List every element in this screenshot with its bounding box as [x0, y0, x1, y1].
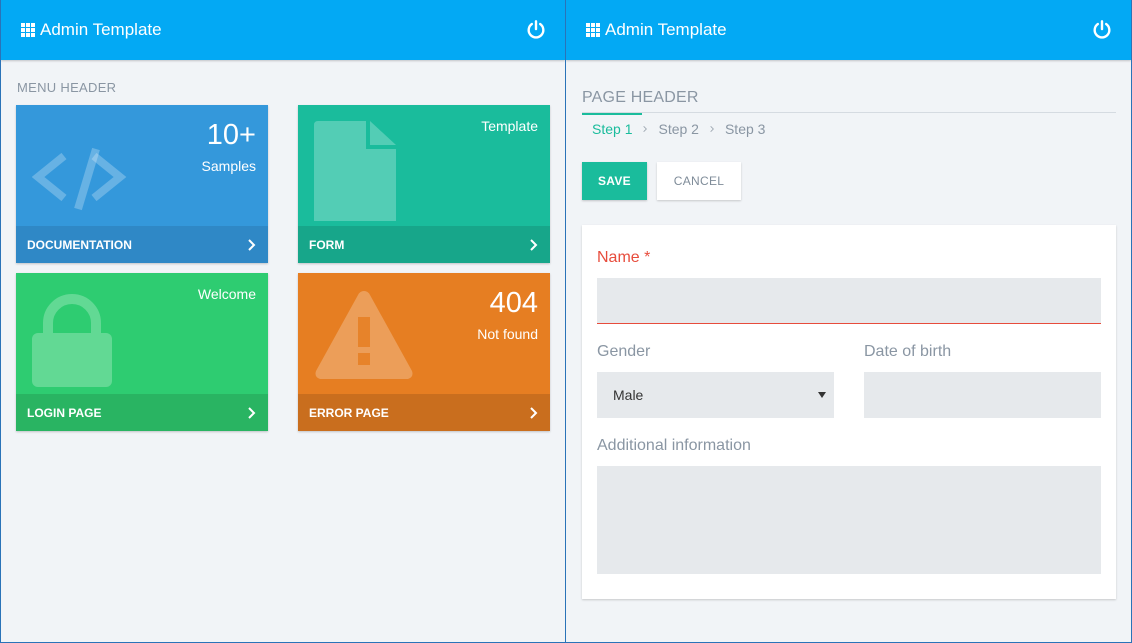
gender-select[interactable]: Male — [597, 372, 834, 418]
tile-label: Welcome — [197, 286, 256, 302]
additional-info-label: Additional information — [597, 437, 751, 454]
step-1[interactable]: Step 1 — [582, 113, 643, 143]
tile-footer-label: FORM — [309, 237, 345, 252]
tile-stat: 10+ — [206, 119, 256, 151]
tile-footer[interactable]: DOCUMENTATION — [16, 226, 268, 263]
stepper: Step 1 Step 2 Step 3 — [582, 113, 775, 144]
tile-label: Template — [481, 118, 538, 134]
apps-grid-icon — [21, 23, 35, 37]
power-icon[interactable] — [525, 19, 547, 41]
tile-footer-label: LOGIN PAGE — [27, 405, 102, 420]
apps-grid-icon — [586, 23, 600, 37]
warning-icon — [315, 291, 413, 379]
tile-footer-label: ERROR PAGE — [309, 405, 389, 420]
step-2[interactable]: Step 2 — [648, 114, 708, 144]
dob-label: Date of birth — [864, 343, 952, 360]
name-label: Name * — [597, 249, 651, 266]
step-3[interactable]: Step 3 — [715, 114, 775, 144]
date-of-birth-field[interactable] — [864, 372, 1101, 418]
app-title: Admin Template — [605, 20, 727, 39]
tile-footer[interactable]: FORM — [298, 226, 550, 263]
tile-login[interactable]: Welcome LOGIN PAGE — [16, 273, 268, 431]
additional-info-textarea[interactable] — [597, 466, 1101, 574]
tile-documentation[interactable]: 10+ Samples DOCUMENTATION — [16, 105, 268, 263]
tile-stat: 404 — [489, 287, 538, 319]
page-header: PAGE HEADER — [582, 89, 1116, 113]
lock-icon — [32, 294, 112, 387]
app-title: Admin Template — [40, 20, 162, 39]
chevron-right-icon — [248, 238, 256, 251]
chevron-right-icon — [530, 406, 538, 419]
tile-label: Samples — [201, 158, 256, 174]
gender-label: Gender — [597, 343, 651, 360]
file-icon — [314, 121, 396, 221]
tile-form[interactable]: Template FORM — [298, 105, 550, 263]
form-pane: Admin Template PAGE HEADER Step 1 Step 2… — [566, 0, 1132, 643]
tile-error[interactable]: 404 Not found ERROR PAGE — [298, 273, 550, 431]
tile-footer[interactable]: ERROR PAGE — [298, 394, 550, 431]
brand[interactable]: Admin Template — [21, 20, 162, 40]
code-icon — [32, 147, 127, 211]
power-icon[interactable] — [1091, 19, 1113, 41]
gender-value: Male — [613, 387, 644, 403]
brand[interactable]: Admin Template — [586, 20, 727, 40]
tile-footer-label: DOCUMENTATION — [27, 237, 132, 252]
chevron-right-icon — [530, 238, 538, 251]
cancel-button[interactable]: CANCEL — [657, 162, 741, 200]
menu-pane: Admin Template MENU HEADER 10+ Samples D… — [0, 0, 566, 643]
tile-label: Not found — [477, 326, 538, 342]
save-button[interactable]: SAVE — [582, 162, 647, 200]
menu-header: MENU HEADER — [17, 80, 117, 95]
top-bar: Admin Template — [566, 0, 1131, 60]
name-field[interactable] — [597, 278, 1101, 324]
tile-footer[interactable]: LOGIN PAGE — [16, 394, 268, 431]
top-bar: Admin Template — [1, 0, 565, 60]
form-card: Name * Gender Male Date of birth Additio… — [582, 225, 1116, 599]
caret-down-icon — [818, 392, 826, 398]
chevron-right-icon — [248, 406, 256, 419]
